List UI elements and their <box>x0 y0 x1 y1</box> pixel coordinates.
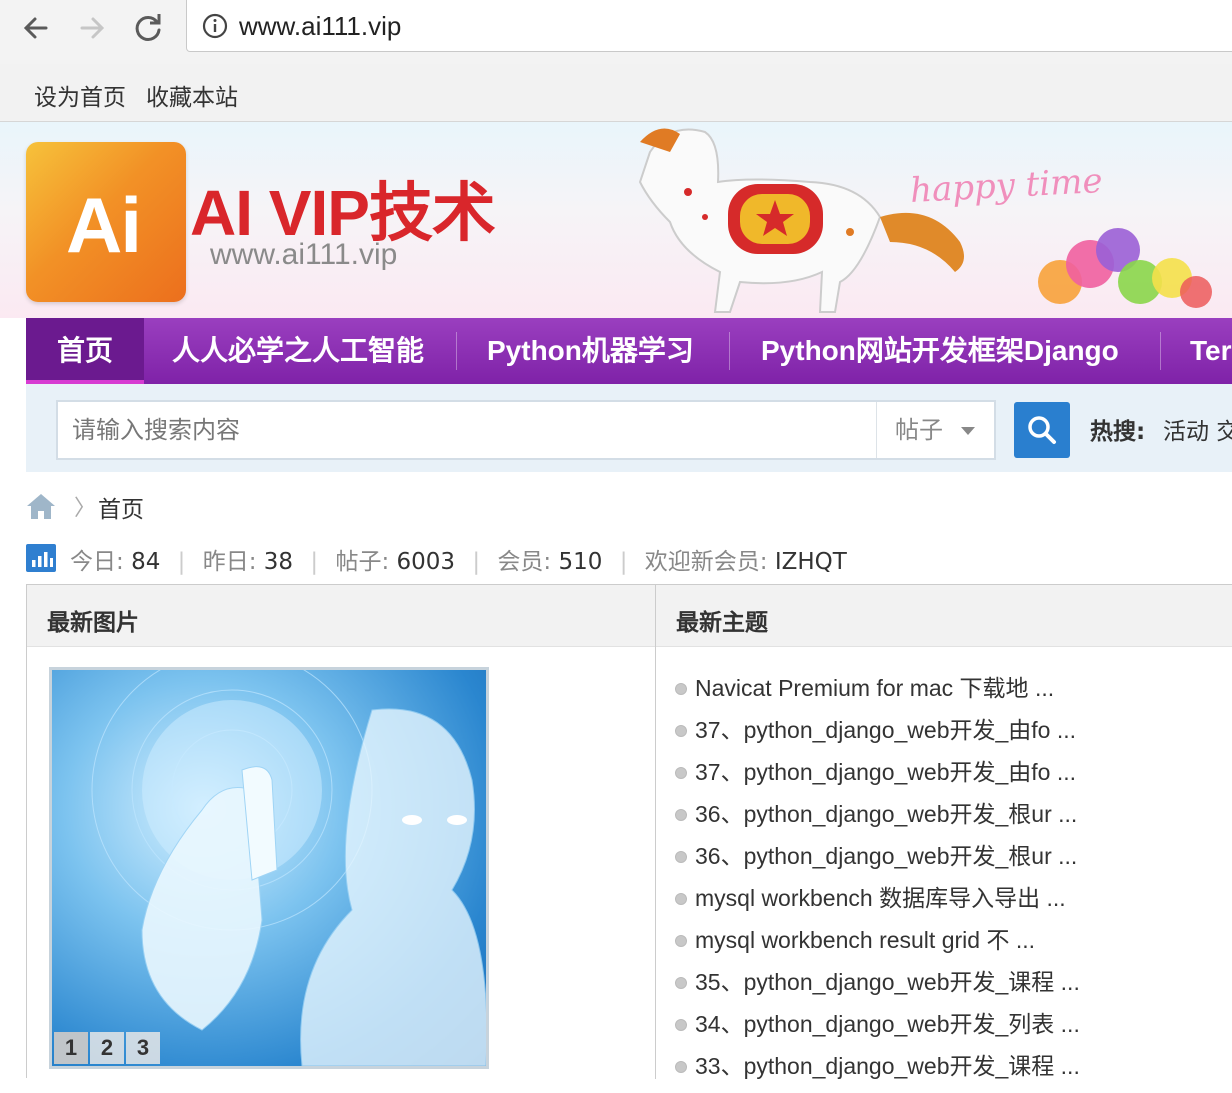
topic-link[interactable]: Navicat Premium for mac 下载地 ... <box>675 673 1232 715</box>
slide-page-2[interactable]: 2 <box>90 1032 124 1064</box>
favorite-link[interactable]: 收藏本站 <box>146 78 238 112</box>
topic-link[interactable]: 37、python_django_web开发_由fo ... <box>675 757 1232 799</box>
hot-search-item[interactable]: 活动 交 <box>1163 412 1232 446</box>
site-topbar: 设为首页 收藏本站 <box>0 64 1232 122</box>
images-panel-header: 最新图片 <box>27 585 655 647</box>
slideshow-pager: 123 <box>54 1032 162 1064</box>
url-text[interactable]: www.ai111.vip <box>239 11 401 42</box>
nav-item-home[interactable]: 首页 <box>26 318 144 384</box>
search-icon <box>1028 416 1056 444</box>
topics-panel-header: 最新主题 <box>656 585 1232 647</box>
set-home-link[interactable]: 设为首页 <box>34 78 126 112</box>
stat-members-value: 510 <box>558 549 603 575</box>
chevron-down-icon <box>961 427 975 435</box>
topics-panel-title: 最新主题 <box>676 610 768 636</box>
topic-link[interactable]: 36、python_django_web开发_根ur ... <box>675 841 1232 883</box>
stats-icon <box>26 544 56 572</box>
reload-icon[interactable] <box>130 10 166 46</box>
info-icon[interactable] <box>201 12 229 40</box>
back-icon[interactable] <box>18 10 54 46</box>
topic-link[interactable]: 34、python_django_web开发_列表 ... <box>675 1009 1232 1051</box>
search-type-label: 帖子 <box>895 416 943 444</box>
topic-link[interactable]: 33、python_django_web开发_课程 ... <box>675 1051 1232 1093</box>
topic-link[interactable]: mysql workbench result grid 不 ... <box>675 925 1232 967</box>
balloons-illustration <box>1038 228 1212 308</box>
newest-member-link[interactable]: IZHQT <box>775 549 847 575</box>
search-band: 帖子 热搜: 活动 交 <box>26 384 1232 472</box>
site-logo[interactable]: Ai <box>26 142 186 302</box>
logo-text: Ai <box>66 181 142 269</box>
stat-yesterday-label: 昨日: <box>202 549 257 575</box>
stat-posts-value: 6003 <box>396 549 456 575</box>
stat-welcome-label: 欢迎新会员: <box>644 549 768 575</box>
home-icon[interactable] <box>26 492 56 520</box>
search-box: 帖子 <box>56 400 996 460</box>
nav-item-more[interactable]: Ter <box>1190 318 1232 384</box>
images-panel-title: 最新图片 <box>47 610 139 636</box>
topic-link[interactable]: mysql workbench 数据库导入导出 ... <box>675 883 1232 925</box>
stat-today-label: 今日: <box>70 549 124 575</box>
hot-search-label: 热搜: <box>1090 419 1146 445</box>
latest-topics-list: Navicat Premium for mac 下载地 ... 37、pytho… <box>675 673 1232 1093</box>
topic-link[interactable]: 37、python_django_web开发_由fo ... <box>675 715 1232 757</box>
topic-link[interactable]: 36、python_django_web开发_根ur ... <box>675 799 1232 841</box>
forward-icon[interactable] <box>74 10 110 46</box>
browser-toolbar: www.ai111.vip <box>0 0 1232 64</box>
search-input[interactable] <box>58 402 876 458</box>
stats-line: 今日: 84 | 昨日: 38 | 帖子: 6003 | 会员: 510 | 欢… <box>70 549 847 575</box>
nav-item-python-ml[interactable]: Python机器学习 <box>487 318 694 384</box>
slide-page-1[interactable]: 1 <box>54 1032 88 1064</box>
address-bar[interactable]: www.ai111.vip <box>186 0 1232 52</box>
breadcrumb-current: 首页 <box>98 497 144 523</box>
topic-link[interactable]: 35、python_django_web开发_课程 ... <box>675 967 1232 1009</box>
nav-separator <box>729 332 730 370</box>
search-button[interactable] <box>1014 402 1070 458</box>
stat-posts-label: 帖子: <box>335 549 390 575</box>
nav-separator <box>456 332 457 370</box>
ai-hand-globe-image <box>91 670 486 1066</box>
portal-panels: 最新图片 最新主题 123 Navicat Premium for mac 下载… <box>26 584 1232 1079</box>
nav-item-django[interactable]: Python网站开发框架Django <box>761 318 1119 384</box>
image-slideshow[interactable]: 123 <box>49 667 489 1069</box>
panel-divider <box>655 585 656 1079</box>
stat-members-label: 会员: <box>497 549 552 575</box>
main-nav: 首页 人人必学之人工智能 Python机器学习 Python网站开发框架Djan… <box>26 318 1232 384</box>
site-domain: www.ai111.vip <box>210 238 398 271</box>
stat-today-value: 84 <box>131 549 161 575</box>
slide-page-3[interactable]: 3 <box>126 1032 160 1064</box>
nav-separator <box>1160 332 1161 370</box>
horse-illustration <box>638 128 964 313</box>
site-banner: Ai AI VIP技术 www.ai111.vip happy time <box>0 122 1232 318</box>
nav-item-ai[interactable]: 人人必学之人工智能 <box>172 318 424 384</box>
stat-yesterday-value: 38 <box>263 549 294 575</box>
breadcrumb-chevron: 〉 <box>74 496 97 521</box>
search-type-select[interactable]: 帖子 <box>876 402 994 458</box>
